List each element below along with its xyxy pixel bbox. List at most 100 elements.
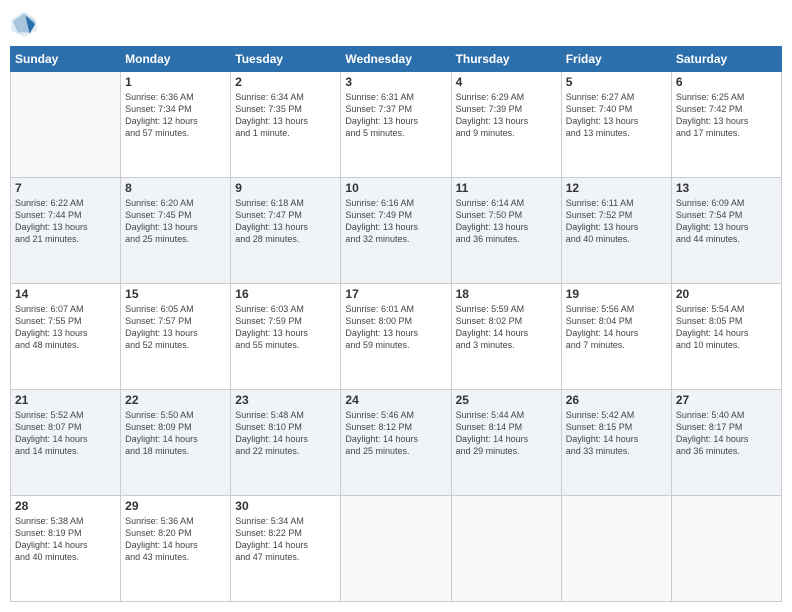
- day-number: 6: [676, 75, 777, 89]
- day-info: Sunrise: 5:56 AM Sunset: 8:04 PM Dayligh…: [566, 303, 667, 352]
- calendar-week-row: 21Sunrise: 5:52 AM Sunset: 8:07 PM Dayli…: [11, 390, 782, 496]
- day-info: Sunrise: 6:27 AM Sunset: 7:40 PM Dayligh…: [566, 91, 667, 140]
- logo: [10, 10, 42, 38]
- day-number: 20: [676, 287, 777, 301]
- calendar-cell: 6 Sunrise: 6:25 AM Sunset: 7:42 PM Daylig…: [671, 72, 781, 178]
- day-number: 9: [235, 181, 336, 195]
- day-info: Sunrise: 6:31 AM Sunset: 7:37 PM Dayligh…: [345, 91, 446, 140]
- day-info: Sunrise: 6:11 AM Sunset: 7:52 PM Dayligh…: [566, 197, 667, 246]
- day-number: 13: [676, 181, 777, 195]
- calendar-week-row: 14 Sunrise: 6:07 AM Sunset: 7:55 PM Dayli…: [11, 284, 782, 390]
- day-info: Sunrise: 5:34 AM Sunset: 8:22 PM Dayligh…: [235, 515, 336, 564]
- calendar-cell: 9Sunrise: 6:18 AM Sunset: 7:47 PM Daylig…: [231, 178, 341, 284]
- calendar-cell: [561, 496, 671, 602]
- day-number: 12: [566, 181, 667, 195]
- day-info: Sunrise: 5:48 AM Sunset: 8:10 PM Dayligh…: [235, 409, 336, 458]
- calendar-cell: 17 Sunrise: 6:01 AM Sunset: 8:00 PM Dayli…: [341, 284, 451, 390]
- calendar-cell: 27 Sunrise: 5:40 AM Sunset: 8:17 PM Dayli…: [671, 390, 781, 496]
- day-info: Sunrise: 5:36 AM Sunset: 8:20 PM Dayligh…: [125, 515, 226, 564]
- calendar-cell: 1 Sunrise: 6:36 AM Sunset: 7:34 PM Daylig…: [121, 72, 231, 178]
- day-number: 21: [15, 393, 116, 407]
- calendar-cell: 25 Sunrise: 5:44 AM Sunset: 8:14 PM Dayli…: [451, 390, 561, 496]
- day-number: 25: [456, 393, 557, 407]
- calendar-cell: 23 Sunrise: 5:48 AM Sunset: 8:10 PM Dayli…: [231, 390, 341, 496]
- day-number: 10: [345, 181, 446, 195]
- day-number: 8: [125, 181, 226, 195]
- day-info: Sunrise: 6:07 AM Sunset: 7:55 PM Dayligh…: [15, 303, 116, 352]
- day-number: 15: [125, 287, 226, 301]
- day-info: Sunrise: 6:22 AM Sunset: 7:44 PM Dayligh…: [15, 197, 116, 246]
- day-info: Sunrise: 5:46 AM Sunset: 8:12 PM Dayligh…: [345, 409, 446, 458]
- calendar-cell: [451, 496, 561, 602]
- calendar-cell: 14 Sunrise: 6:07 AM Sunset: 7:55 PM Dayli…: [11, 284, 121, 390]
- calendar-cell: 24 Sunrise: 5:46 AM Sunset: 8:12 PM Dayli…: [341, 390, 451, 496]
- day-info: Sunrise: 5:42 AM Sunset: 8:15 PM Dayligh…: [566, 409, 667, 458]
- day-number: 7: [15, 181, 116, 195]
- logo-icon: [10, 10, 38, 38]
- day-number: 1: [125, 75, 226, 89]
- calendar-table: SundayMondayTuesdayWednesdayThursdayFrid…: [10, 46, 782, 602]
- day-info: Sunrise: 5:50 AM Sunset: 8:09 PM Dayligh…: [125, 409, 226, 458]
- calendar-cell: 28 Sunrise: 5:38 AM Sunset: 8:19 PM Dayli…: [11, 496, 121, 602]
- col-header-saturday: Saturday: [671, 47, 781, 72]
- calendar-cell: 29 Sunrise: 5:36 AM Sunset: 8:20 PM Dayli…: [121, 496, 231, 602]
- day-info: Sunrise: 6:01 AM Sunset: 8:00 PM Dayligh…: [345, 303, 446, 352]
- day-info: Sunrise: 6:09 AM Sunset: 7:54 PM Dayligh…: [676, 197, 777, 246]
- calendar-cell: 15 Sunrise: 6:05 AM Sunset: 7:57 PM Dayli…: [121, 284, 231, 390]
- calendar-cell: 26 Sunrise: 5:42 AM Sunset: 8:15 PM Dayli…: [561, 390, 671, 496]
- day-info: Sunrise: 6:34 AM Sunset: 7:35 PM Dayligh…: [235, 91, 336, 140]
- calendar-cell: 21Sunrise: 5:52 AM Sunset: 8:07 PM Dayli…: [11, 390, 121, 496]
- calendar-cell: 7 Sunrise: 6:22 AM Sunset: 7:44 PM Daylig…: [11, 178, 121, 284]
- day-number: 5: [566, 75, 667, 89]
- day-number: 4: [456, 75, 557, 89]
- calendar-cell: 22 Sunrise: 5:50 AM Sunset: 8:09 PM Dayli…: [121, 390, 231, 496]
- day-number: 3: [345, 75, 446, 89]
- day-info: Sunrise: 6:25 AM Sunset: 7:42 PM Dayligh…: [676, 91, 777, 140]
- col-header-sunday: Sunday: [11, 47, 121, 72]
- day-number: 29: [125, 499, 226, 513]
- day-number: 17: [345, 287, 446, 301]
- day-number: 24: [345, 393, 446, 407]
- day-info: Sunrise: 6:05 AM Sunset: 7:57 PM Dayligh…: [125, 303, 226, 352]
- day-info: Sunrise: 5:40 AM Sunset: 8:17 PM Dayligh…: [676, 409, 777, 458]
- calendar-cell: 18 Sunrise: 5:59 AM Sunset: 8:02 PM Dayli…: [451, 284, 561, 390]
- calendar-cell: 13 Sunrise: 6:09 AM Sunset: 7:54 PM Dayli…: [671, 178, 781, 284]
- day-number: 14: [15, 287, 116, 301]
- day-number: 28: [15, 499, 116, 513]
- day-info: Sunrise: 5:44 AM Sunset: 8:14 PM Dayligh…: [456, 409, 557, 458]
- day-number: 26: [566, 393, 667, 407]
- calendar-header-row: SundayMondayTuesdayWednesdayThursdayFrid…: [11, 47, 782, 72]
- day-number: 27: [676, 393, 777, 407]
- day-info: Sunrise: 6:03 AM Sunset: 7:59 PM Dayligh…: [235, 303, 336, 352]
- day-info: Sunrise: 5:38 AM Sunset: 8:19 PM Dayligh…: [15, 515, 116, 564]
- calendar-cell: [341, 496, 451, 602]
- calendar-cell: 11 Sunrise: 6:14 AM Sunset: 7:50 PM Dayli…: [451, 178, 561, 284]
- calendar-cell: 20 Sunrise: 5:54 AM Sunset: 8:05 PM Dayli…: [671, 284, 781, 390]
- day-info: Sunrise: 6:20 AM Sunset: 7:45 PM Dayligh…: [125, 197, 226, 246]
- day-info: Sunrise: 5:54 AM Sunset: 8:05 PM Dayligh…: [676, 303, 777, 352]
- calendar-week-row: 7 Sunrise: 6:22 AM Sunset: 7:44 PM Daylig…: [11, 178, 782, 284]
- day-info: Sunrise: 5:59 AM Sunset: 8:02 PM Dayligh…: [456, 303, 557, 352]
- page: SundayMondayTuesdayWednesdayThursdayFrid…: [0, 0, 792, 612]
- calendar-cell: 8 Sunrise: 6:20 AM Sunset: 7:45 PM Daylig…: [121, 178, 231, 284]
- day-number: 2: [235, 75, 336, 89]
- calendar-cell: 5 Sunrise: 6:27 AM Sunset: 7:40 PM Daylig…: [561, 72, 671, 178]
- calendar-cell: 16 Sunrise: 6:03 AM Sunset: 7:59 PM Dayli…: [231, 284, 341, 390]
- calendar-cell: 2 Sunrise: 6:34 AM Sunset: 7:35 PM Daylig…: [231, 72, 341, 178]
- day-info: Sunrise: 6:16 AM Sunset: 7:49 PM Dayligh…: [345, 197, 446, 246]
- day-number: 18: [456, 287, 557, 301]
- day-number: 23: [235, 393, 336, 407]
- col-header-wednesday: Wednesday: [341, 47, 451, 72]
- day-info: Sunrise: 6:14 AM Sunset: 7:50 PM Dayligh…: [456, 197, 557, 246]
- calendar-cell: 30Sunrise: 5:34 AM Sunset: 8:22 PM Dayli…: [231, 496, 341, 602]
- calendar-cell: 12 Sunrise: 6:11 AM Sunset: 7:52 PM Dayli…: [561, 178, 671, 284]
- day-info: Sunrise: 6:36 AM Sunset: 7:34 PM Dayligh…: [125, 91, 226, 140]
- col-header-tuesday: Tuesday: [231, 47, 341, 72]
- col-header-thursday: Thursday: [451, 47, 561, 72]
- day-info: Sunrise: 6:29 AM Sunset: 7:39 PM Dayligh…: [456, 91, 557, 140]
- col-header-monday: Monday: [121, 47, 231, 72]
- day-number: 11: [456, 181, 557, 195]
- day-number: 16: [235, 287, 336, 301]
- day-number: 22: [125, 393, 226, 407]
- calendar-week-row: 28 Sunrise: 5:38 AM Sunset: 8:19 PM Dayli…: [11, 496, 782, 602]
